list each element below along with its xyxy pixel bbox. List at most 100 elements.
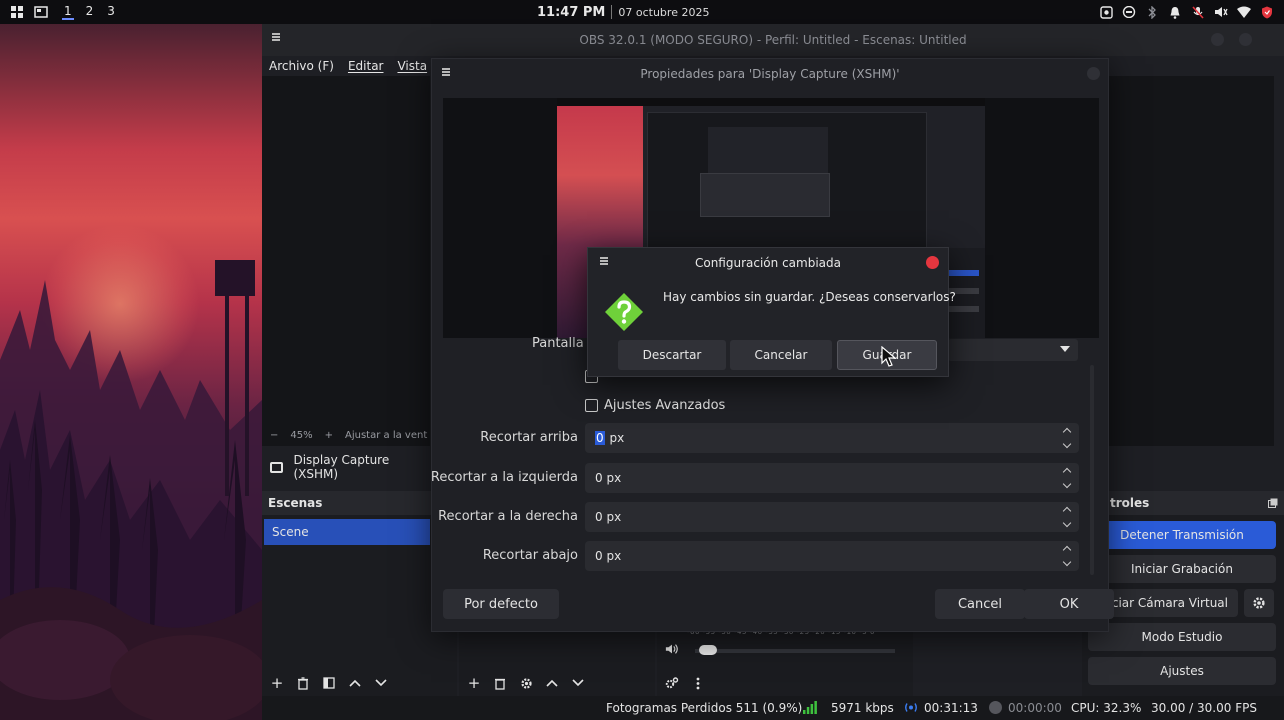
properties-close-button[interactable] <box>1087 67 1100 80</box>
spin-down-icon[interactable] <box>1062 557 1072 567</box>
crop-left-spinner[interactable] <box>1061 465 1073 491</box>
crop-right-input[interactable]: 0 px <box>585 502 1079 532</box>
filter-panel-icon[interactable] <box>322 676 336 690</box>
mic-muted-icon[interactable] <box>1191 5 1205 19</box>
crop-left-value: 0 px <box>595 471 622 485</box>
advanced-settings-checkbox-row[interactable]: Ajustes Avanzados <box>585 398 725 413</box>
chevron-down-icon[interactable] <box>374 676 388 690</box>
forest-silhouette <box>0 260 262 720</box>
virtual-camera-settings-button[interactable] <box>1244 589 1274 617</box>
volume-slider-track[interactable] <box>695 649 895 653</box>
source-selector[interactable]: Display Capture (XSHM) <box>262 453 430 481</box>
chevron-down-icon[interactable] <box>571 676 585 690</box>
dropdown-arrow-icon <box>1060 346 1070 352</box>
studio-mode-button[interactable]: Modo Estudio <box>1088 623 1276 651</box>
crop-right-label: Recortar a la derecha <box>438 509 578 524</box>
stop-stream-button[interactable]: Detener Transmisión <box>1088 521 1276 549</box>
bitrate: 5971 kbps <box>831 701 894 715</box>
spin-up-icon[interactable] <box>1062 467 1072 477</box>
audio-settings-icon[interactable] <box>665 676 679 690</box>
screenshot-icon[interactable] <box>1099 5 1113 19</box>
screen-label: Pantalla <box>532 336 584 351</box>
scene-item[interactable]: Scene <box>264 519 430 545</box>
menu-editar[interactable]: Editar <box>348 59 384 73</box>
properties-cancel-button[interactable]: Cancel <box>935 589 1025 619</box>
crop-top-input[interactable]: 0 px <box>585 423 1079 453</box>
stream-live-icon <box>904 701 918 717</box>
crop-bottom-value: 0 px <box>595 549 622 563</box>
nested-topbar <box>557 98 985 106</box>
clock[interactable]: 11:47 PM <box>537 5 605 20</box>
spin-down-icon[interactable] <box>1062 479 1072 489</box>
properties-scrollbar[interactable] <box>1090 365 1094 575</box>
date[interactable]: 07 octubre 2025 <box>618 6 709 19</box>
cancel-button[interactable]: Cancelar <box>730 340 832 370</box>
crop-left-input[interactable]: 0 px <box>585 463 1079 493</box>
properties-titlebar[interactable]: Propiedades para 'Display Capture (XSHM)… <box>432 59 1108 89</box>
properties-ok-button[interactable]: OK <box>1024 589 1114 619</box>
zoom-fit-button[interactable]: Ajustar a la vent <box>345 430 427 441</box>
shield-icon[interactable] <box>1260 5 1274 19</box>
source-name: Display Capture (XSHM) <box>293 453 390 481</box>
controls-header: troles <box>1082 491 1284 515</box>
spin-down-icon[interactable] <box>1062 439 1072 449</box>
start-recording-button[interactable]: Iniciar Grabación <box>1088 555 1276 583</box>
discard-button[interactable]: Descartar <box>618 340 726 370</box>
maximize-button[interactable] <box>1239 33 1252 46</box>
screen-select[interactable] <box>948 339 1078 361</box>
chevron-up-icon[interactable] <box>545 676 559 690</box>
volume-icon[interactable] <box>665 642 679 656</box>
crop-bottom-spinner[interactable] <box>1061 543 1073 569</box>
question-diamond-icon <box>605 293 643 331</box>
crop-right-spinner[interactable] <box>1061 504 1073 530</box>
settings-button[interactable]: Ajustes <box>1088 657 1276 685</box>
obs-status-bar: Fotogramas Perdidos 511 (0.9%) 5971 kbps… <box>262 696 1284 720</box>
properties-title: Propiedades para 'Display Capture (XSHM)… <box>640 67 900 81</box>
wifi-icon[interactable] <box>1237 5 1251 19</box>
obs-titlebar[interactable]: OBS 32.0.1 (MODO SEGURO) - Perfil: Untit… <box>262 24 1284 56</box>
spin-up-icon[interactable] <box>1062 545 1072 555</box>
minimize-button[interactable] <box>1211 33 1224 46</box>
add-source-icon[interactable]: + <box>467 675 481 690</box>
advanced-settings-label: Ajustes Avanzados <box>604 398 726 413</box>
trash-source-icon[interactable] <box>493 676 507 690</box>
window-overview-icon[interactable] <box>34 5 48 19</box>
gear-icon[interactable] <box>519 676 533 690</box>
undock-icon[interactable] <box>1268 497 1278 511</box>
chevron-up-icon[interactable] <box>348 676 362 690</box>
window-menu-icon[interactable] <box>600 257 608 265</box>
spin-up-icon[interactable] <box>1062 506 1072 516</box>
gamepad-icon[interactable] <box>1122 5 1136 19</box>
trash-icon[interactable] <box>296 676 310 690</box>
crop-left-row: Recortar a la izquierda 0 px <box>431 463 1110 493</box>
bell-icon[interactable] <box>1168 5 1182 19</box>
speaker-icon[interactable] <box>1214 5 1228 19</box>
crop-top-row: Recortar arriba 0 px <box>432 423 1110 453</box>
spin-up-icon[interactable] <box>1062 427 1072 437</box>
confirm-titlebar[interactable]: Configuración cambiada <box>588 248 948 278</box>
menu-vista[interactable]: Vista <box>397 59 427 73</box>
defaults-button[interactable]: Por defecto <box>443 589 559 619</box>
window-menu-icon[interactable] <box>272 33 280 41</box>
zoom-out-button[interactable]: − <box>270 430 278 441</box>
advanced-settings-checkbox[interactable] <box>585 399 598 412</box>
obs-preview-right[interactable] <box>1092 76 1274 446</box>
workspace-1[interactable]: 1 <box>62 4 74 20</box>
workspace-3[interactable]: 3 <box>105 4 117 20</box>
bluetooth-icon[interactable] <box>1145 5 1159 19</box>
crop-top-spinner[interactable] <box>1061 425 1073 451</box>
menu-archivo[interactable]: Archivo (F) <box>269 59 334 73</box>
app-launcher-icon[interactable] <box>10 5 24 19</box>
crop-right-row: Recortar a la derecha 0 px <box>432 502 1110 532</box>
controls-header-label: troles <box>1110 496 1150 510</box>
obs-preview-left[interactable] <box>262 76 430 446</box>
window-menu-icon[interactable] <box>442 68 450 76</box>
crop-bottom-input[interactable]: 0 px <box>585 541 1079 571</box>
zoom-in-button[interactable]: + <box>325 430 333 441</box>
close-icon[interactable] <box>926 256 939 269</box>
more-options-icon[interactable] <box>691 676 705 690</box>
add-icon[interactable]: + <box>270 675 284 690</box>
workspace-2[interactable]: 2 <box>84 4 96 20</box>
volume-slider-handle[interactable] <box>699 645 717 655</box>
spin-down-icon[interactable] <box>1062 518 1072 528</box>
